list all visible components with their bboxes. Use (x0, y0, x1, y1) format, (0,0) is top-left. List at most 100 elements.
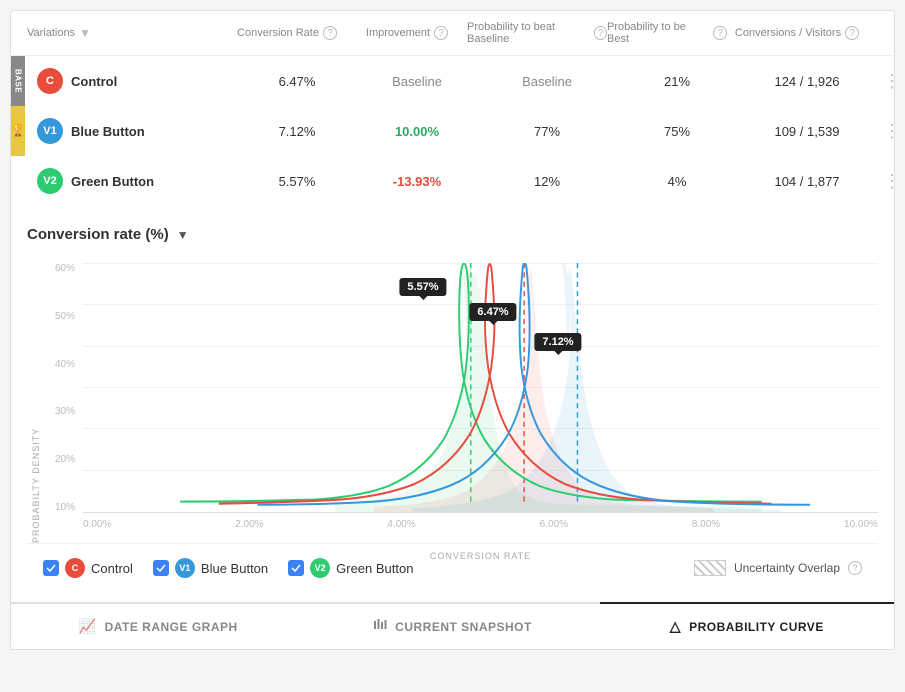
y-tick: 30% (41, 406, 81, 417)
v2-prob-beat-baseline: 12% (477, 174, 617, 189)
badge-control: C (37, 68, 63, 94)
tab-current-snapshot-label: CURRENT SNAPSHOT (395, 620, 532, 634)
chart-svg (83, 263, 878, 512)
side-badge-v2 (11, 156, 25, 206)
x-axis-label: CONVERSION RATE (430, 551, 531, 561)
x-tick: 0.00% (83, 519, 111, 530)
x-tick: 4.00% (387, 519, 415, 530)
v2-name: Green Button (71, 174, 154, 189)
row-container-control: BASE C Control 6.47% Baseline Baseline 2… (11, 56, 894, 106)
prob-beat-baseline-label: Probability to beat Baseline (467, 21, 590, 45)
variations-label: Variations (27, 27, 75, 39)
variation-name-v2: V2 Green Button (37, 168, 237, 194)
conversions-visitors-info-icon[interactable]: ? (845, 26, 859, 40)
v1-prob-be-best: 75% (617, 124, 737, 139)
uncertainty-label-text: Uncertainty Overlap (734, 561, 840, 575)
v1-prob-beat-baseline: 77% (477, 124, 617, 139)
chart-title: Conversion rate (%) ▼ (27, 226, 878, 243)
v2-conversion-rate: 5.57% (237, 174, 357, 189)
col-improvement: Improvement ? (347, 26, 467, 40)
v1-more-button[interactable]: ⋮ (877, 121, 905, 142)
legend-label-control: Control (91, 561, 133, 576)
uncertainty-help-icon[interactable]: ? (848, 561, 862, 575)
table-row: V2 Green Button 5.57% -13.93% 12% 4% 104… (11, 156, 894, 206)
conversions-visitors-label: Conversions / Visitors (735, 27, 841, 39)
chart-dropdown-icon[interactable]: ▼ (177, 228, 189, 242)
current-snapshot-icon (373, 618, 387, 635)
prob-be-best-label: Probability to be Best (607, 21, 709, 45)
x-tick: 10.00% (844, 519, 878, 530)
y-tick: 20% (41, 454, 81, 465)
tab-probability-curve[interactable]: △ PROBABILITY CURVE (600, 602, 894, 649)
table-header: Variations ▼ Conversion Rate ? Improveme… (11, 11, 894, 56)
col-prob-beat-baseline: Probability to beat Baseline ? (467, 21, 607, 45)
y-tick: 10% (41, 502, 81, 513)
legend-checkbox-v1[interactable] (153, 560, 169, 576)
v2-prob-be-best: 4% (617, 174, 737, 189)
y-axis-label: PROBABILTY DENSITY (27, 263, 41, 543)
tab-date-range[interactable]: 📈 DATE RANGE GRAPH (11, 604, 305, 649)
control-prob-be-best: 21% (617, 74, 737, 89)
legend-label-v2: Green Button (336, 561, 413, 576)
v2-conversions: 104 / 1,877 (737, 174, 877, 189)
legend-label-v1: Blue Button (201, 561, 268, 576)
bottom-tabs: 📈 DATE RANGE GRAPH CURRENT SNAPSHOT △ PR… (11, 602, 894, 649)
hatched-pattern (694, 560, 726, 576)
improvement-info-icon[interactable]: ? (434, 26, 448, 40)
y-axis: 60% 50% 40% 30% 20% 10% (41, 263, 81, 513)
blue-tooltip: 7.12% (534, 333, 581, 351)
tab-probability-curve-label: PROBABILITY CURVE (689, 620, 824, 634)
col-conversions-visitors: Conversions / Visitors ? (727, 26, 867, 40)
legend-item-v1: V1 Blue Button (153, 558, 268, 578)
v1-conversions: 109 / 1,539 (737, 124, 877, 139)
probability-curve-icon: △ (670, 618, 681, 635)
legend-item-control: C Control (43, 558, 133, 578)
date-range-icon: 📈 (79, 618, 97, 635)
col-conversion-rate: Conversion Rate ? (227, 26, 347, 40)
chart-plot: 5.57% 6.47% 7.12% (83, 263, 878, 513)
conversion-rate-info-icon[interactable]: ? (323, 26, 337, 40)
legend-badge-v1: V1 (175, 558, 195, 578)
control-name: Control (71, 74, 117, 89)
row-container-v1: 🏆 V1 Blue Button 7.12% 10.00% 77% 75% 10… (11, 106, 894, 156)
control-prob-beat-baseline: Baseline (477, 74, 617, 89)
chart-wrapper: PROBABILTY DENSITY 60% 50% 40% 30% 20% 1… (27, 263, 878, 543)
v2-more-button[interactable]: ⋮ (877, 171, 905, 192)
v1-name: Blue Button (71, 124, 145, 139)
variation-name-v1: V1 Blue Button (37, 118, 237, 144)
x-axis: 0.00% 2.00% 4.00% 6.00% 8.00% 10.00% CON… (83, 513, 878, 543)
conversion-rate-label: Conversion Rate (237, 27, 319, 39)
improvement-label: Improvement (366, 27, 430, 39)
control-conversions: 124 / 1,926 (737, 74, 877, 89)
chart-area: 60% 50% 40% 30% 20% 10% (41, 263, 878, 543)
side-badge-winner: 🏆 (11, 106, 25, 156)
legend-checkbox-control[interactable] (43, 560, 59, 576)
v1-improvement: 10.00% (357, 124, 477, 139)
main-container: Variations ▼ Conversion Rate ? Improveme… (10, 10, 895, 650)
x-tick: 6.00% (540, 519, 568, 530)
variation-name-control: C Control (37, 68, 237, 94)
chart-title-text: Conversion rate (%) (27, 226, 169, 243)
badge-v2: V2 (37, 168, 63, 194)
red-tooltip: 6.47% (469, 303, 516, 321)
col-prob-be-best: Probability to be Best ? (607, 21, 727, 45)
table-row: V1 Blue Button 7.12% 10.00% 77% 75% 109 … (11, 106, 894, 156)
green-tooltip: 5.57% (399, 278, 446, 296)
legend-checkbox-v2[interactable] (288, 560, 304, 576)
col-variations: Variations ▼ (27, 26, 227, 40)
tab-current-snapshot[interactable]: CURRENT SNAPSHOT (305, 604, 599, 649)
tab-date-range-label: DATE RANGE GRAPH (105, 620, 238, 634)
control-improvement: Baseline (357, 74, 477, 89)
prob-beat-baseline-info-icon[interactable]: ? (594, 26, 607, 40)
x-tick: 8.00% (692, 519, 720, 530)
y-tick: 40% (41, 359, 81, 370)
legend-badge-control: C (65, 558, 85, 578)
prob-be-best-info-icon[interactable]: ? (713, 26, 727, 40)
control-more-button[interactable]: ⋮ (877, 71, 905, 92)
side-badge-base: BASE (11, 56, 25, 106)
control-conversion-rate: 6.47% (237, 74, 357, 89)
legend-item-v2: V2 Green Button (288, 558, 413, 578)
v1-conversion-rate: 7.12% (237, 124, 357, 139)
filter-icon[interactable]: ▼ (79, 26, 91, 40)
table-row: C Control 6.47% Baseline Baseline 21% 12… (11, 56, 894, 106)
